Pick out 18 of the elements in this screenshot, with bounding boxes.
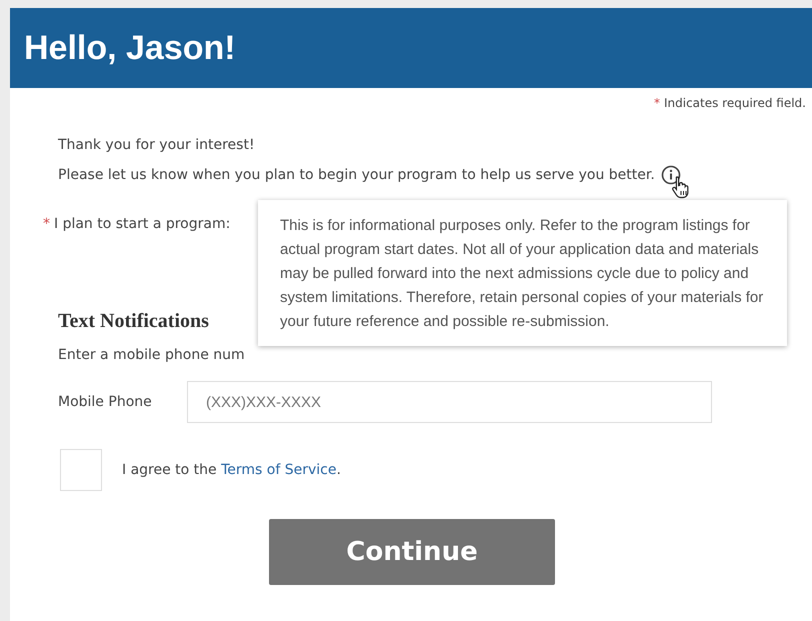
required-asterisk: *: [43, 216, 50, 232]
field-label: I plan to start a program:: [54, 216, 230, 232]
tooltip: This is for informational purposes only. Refer to the program listings for actual program start dates. Not all of your application data and materials may be pulled forward into the next admissions cycle due to policy and system limitations. Therefore, retain personal copies of your materials for your future reference and possible re-submission.: [258, 200, 787, 346]
info-icon[interactable]: [660, 165, 681, 185]
required-asterisk: *: [654, 96, 660, 110]
intro-text: Please let us know when you plan to begin your program to help us serve you better.: [58, 166, 655, 185]
phone-input-field[interactable]: (XXX)XXX-XXXX: [187, 381, 712, 423]
hand-cursor-icon: [670, 175, 691, 199]
section-heading: Text Notifications: [58, 310, 209, 333]
continue-button[interactable]: Continue: [269, 519, 555, 585]
section-description: Enter a mobile phone num: [58, 347, 246, 363]
required-note: Indicates required field.: [664, 96, 806, 110]
page-title: Hello, Jason!: [24, 28, 236, 68]
terms-link[interactable]: Terms of Service: [221, 462, 336, 478]
intro-text: Thank you for your interest!: [58, 136, 255, 155]
terms-checkbox[interactable]: [60, 449, 102, 491]
field-label: Mobile Phone: [58, 394, 153, 410]
terms-text: I agree to the Terms of Service.: [122, 462, 341, 478]
